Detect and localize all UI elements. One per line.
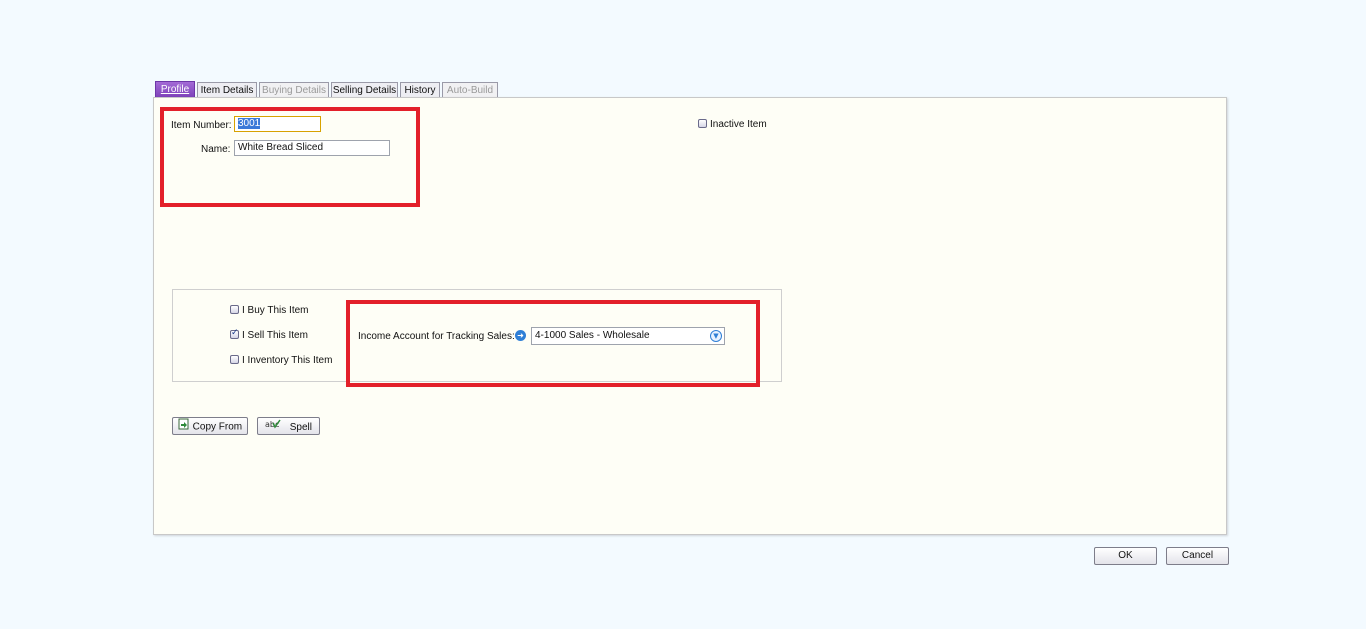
tab-profile[interactable]: Profile [155, 81, 195, 98]
cancel-label: Cancel [1181, 550, 1214, 561]
tab-selling-details-label: Selling Details [332, 85, 397, 96]
buy-checkbox[interactable] [230, 305, 239, 314]
inventory-label: I Inventory This Item [242, 355, 333, 366]
sell-label: I Sell This Item [242, 330, 308, 341]
inactive-item-checkbox[interactable] [698, 119, 707, 128]
sell-checkbox[interactable] [230, 328, 239, 339]
tab-profile-label: Profile [160, 84, 190, 95]
buy-label: I Buy This Item [242, 305, 309, 316]
cancel-button[interactable]: Cancel [1166, 547, 1229, 565]
spellcheck-icon: abc [265, 418, 281, 436]
tab-history[interactable]: History [400, 82, 440, 97]
highlight-box-item-fields [160, 107, 420, 207]
ok-button[interactable]: OK [1094, 547, 1157, 565]
tab-auto-build[interactable]: Auto-Build [442, 82, 498, 97]
inventory-checkbox[interactable] [230, 355, 239, 364]
tab-auto-build-label: Auto-Build [446, 85, 494, 96]
tab-buying-details[interactable]: Buying Details [259, 82, 329, 97]
copy-from-button[interactable]: Copy From [172, 417, 248, 435]
tab-item-details-label: Item Details [200, 85, 254, 96]
tab-item-details[interactable]: Item Details [197, 82, 257, 97]
tab-selling-details[interactable]: Selling Details [331, 82, 398, 97]
highlight-box-income-account [346, 300, 760, 387]
copy-from-label: Copy From [192, 421, 243, 433]
tab-buying-details-label: Buying Details [262, 85, 326, 96]
spell-label: Spell [289, 421, 313, 433]
inactive-item-label: Inactive Item [710, 119, 767, 130]
copy-icon [178, 418, 190, 436]
spell-button[interactable]: abc Spell [257, 417, 320, 435]
tab-history-label: History [404, 85, 436, 96]
ok-label: OK [1118, 550, 1133, 561]
